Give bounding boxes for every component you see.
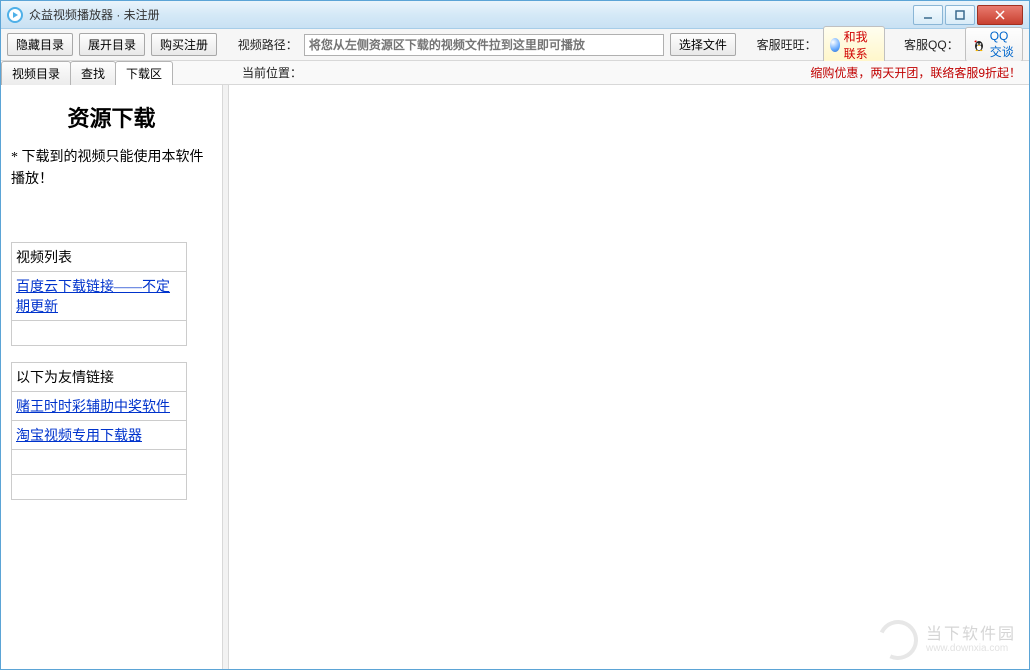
choose-file-button[interactable]: 选择文件 [670, 33, 736, 56]
sidebar-note: * 下载到的视频只能使用本软件播放！ [11, 147, 212, 192]
minimize-button[interactable] [913, 5, 943, 25]
tab-search[interactable]: 查找 [70, 61, 116, 85]
qq-icon [972, 38, 986, 52]
video-path-input[interactable] [304, 34, 664, 56]
maximize-button[interactable] [945, 5, 975, 25]
tab-video-directory[interactable]: 视频目录 [1, 61, 71, 85]
tab-download-area[interactable]: 下载区 [115, 61, 173, 85]
body-area: 资源下载 * 下载到的视频只能使用本软件播放！ 视频列表 百度云下载链接——不定… [1, 85, 1029, 669]
video-path-label: 视频路径： [238, 36, 298, 53]
wangwang-icon [830, 38, 840, 52]
buy-register-button[interactable]: 购买注册 [151, 33, 217, 56]
wangwang-contact-button[interactable]: 和我联系 [823, 26, 885, 64]
kf-wangwang-label: 客服旺旺： [757, 36, 817, 53]
app-icon [7, 7, 23, 23]
qq-text: QQ交谈 [990, 29, 1016, 60]
wangwang-text: 和我联系 [844, 28, 878, 62]
hide-directory-button[interactable]: 隐藏目录 [7, 33, 73, 56]
friend-links-header: 以下为友情链接 [12, 363, 186, 392]
kf-qq-label: 客服QQ： [904, 36, 959, 53]
toolbar: 隐藏目录 展开目录 购买注册 视频路径： 选择文件 客服旺旺： 和我联系 客服Q… [1, 29, 1029, 61]
table-row: 淘宝视频专用下载器 [12, 421, 186, 450]
subbar: 视频目录 查找 下载区 当前位置： 缩购优惠，两天开团，联络客服9折起！ [1, 61, 1029, 85]
window-title: 众益视频播放器 · 未注册 [29, 6, 160, 23]
table-row: 百度云下载链接——不定期更新 [12, 272, 186, 321]
table-row [12, 475, 186, 499]
friend-link-2[interactable]: 淘宝视频专用下载器 [16, 429, 142, 444]
sidebar: 资源下载 * 下载到的视频只能使用本软件播放！ 视频列表 百度云下载链接——不定… [1, 85, 223, 669]
current-position-label: 当前位置： [242, 64, 302, 81]
baidu-download-link[interactable]: 百度云下载链接——不定期更新 [16, 280, 170, 315]
video-list-header: 视频列表 [12, 243, 186, 272]
table-row [12, 321, 186, 345]
video-list-table: 视频列表 百度云下载链接——不定期更新 [11, 242, 187, 346]
promo-text: 缩购优惠，两天开团，联络客服9折起！ [810, 64, 1021, 81]
table-row [12, 450, 186, 475]
tabs: 视频目录 查找 下载区 [1, 61, 172, 85]
sidebar-title: 资源下载 [11, 101, 212, 133]
titlebar: 众益视频播放器 · 未注册 [1, 1, 1029, 29]
table-row: 赌王时时彩辅助中奖软件 [12, 392, 186, 421]
expand-directory-button[interactable]: 展开目录 [79, 33, 145, 56]
friend-link-1[interactable]: 赌王时时彩辅助中奖软件 [16, 400, 170, 415]
app-window: 众益视频播放器 · 未注册 隐藏目录 展开目录 购买注册 视频路径： 选择文件 … [0, 0, 1030, 670]
main-panel [229, 85, 1029, 669]
qq-contact-button[interactable]: QQ交谈 [965, 27, 1023, 62]
close-button[interactable] [977, 5, 1023, 25]
friend-links-table: 以下为友情链接 赌王时时彩辅助中奖软件 淘宝视频专用下载器 [11, 362, 187, 500]
